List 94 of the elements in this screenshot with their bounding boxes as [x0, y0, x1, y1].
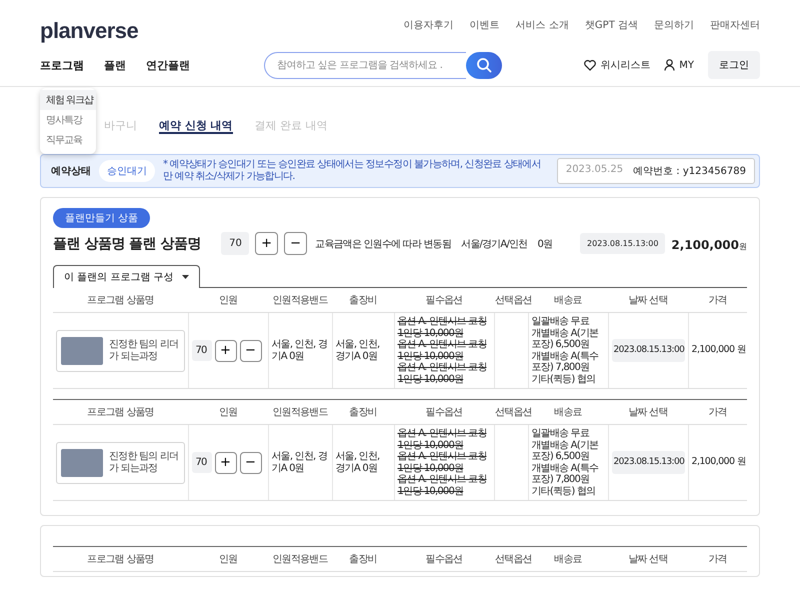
search-icon: [476, 57, 492, 73]
login-button[interactable]: 로그인: [708, 51, 760, 79]
wishlist-link[interactable]: 위시리스트: [584, 58, 650, 72]
logo[interactable]: planverse: [40, 18, 138, 44]
column-header: 필수옵션: [394, 400, 494, 424]
reservation-date: 2023.05.25: [566, 164, 624, 177]
photo-placeholder: [61, 336, 103, 364]
product-name: 진정한 팀의 리더가 되는과정: [109, 451, 180, 474]
status-label: 예약상태: [51, 165, 91, 178]
column-header: 날짜 선택: [608, 546, 688, 572]
column-header: 필수옵션: [394, 546, 494, 572]
top-link[interactable]: 이용자후기: [404, 18, 454, 32]
menu-item[interactable]: 명사특강: [40, 110, 96, 130]
reservation-number: 예약번호 : y123456789: [633, 165, 746, 178]
option-text: 옵션 A. 인텐시브 코칭 1인당 10,000원: [398, 316, 488, 339]
my-link[interactable]: MY: [664, 59, 694, 71]
option-text: 옵션 A. 인텐시브 코칭 1인당 10,000원: [398, 474, 488, 497]
column-header: 프로그램 상품명: [53, 400, 188, 424]
menu-item[interactable]: 체험 워크샵: [40, 90, 96, 110]
column-header: 출장비: [332, 546, 394, 572]
column-header: 가격: [688, 288, 747, 312]
column-header: 인원적용밴드: [268, 546, 332, 572]
plus-button[interactable]: +: [214, 340, 236, 362]
column-header: 날짜 선택: [608, 288, 688, 312]
table-cell-text: 서울, 인천, 경기A 0원: [336, 339, 380, 362]
region-text: 서울/경기A/인천: [461, 238, 528, 250]
photo-placeholder: [61, 448, 103, 476]
plan-price: 2,100,000원: [671, 237, 747, 253]
program-tab[interactable]: 이 플랜의 프로그램 구성: [53, 265, 200, 288]
column-header: 인원적용밴드: [268, 288, 332, 312]
delivery-text: 개별배송 A(기본 포장) 6,500원: [532, 328, 600, 350]
minus-button[interactable]: −: [284, 232, 308, 255]
top-link[interactable]: 문의하기: [654, 18, 694, 32]
menu-item[interactable]: 직무교육: [40, 130, 96, 150]
delivery-text: 개별배송 A(특수 포장) 7,800원: [532, 462, 600, 486]
column-header: 가격: [688, 400, 747, 424]
price-text: 2,100,000 원: [692, 345, 744, 356]
product-card[interactable]: 진정한 팀의 리더가 되는과정: [56, 442, 184, 484]
option-text: 옵션 A. 인텐시브 코칭 1인당 10,000원: [398, 428, 488, 451]
nav-item[interactable]: 연간플랜: [146, 58, 190, 72]
count-field[interactable]: 70: [192, 340, 212, 362]
column-header: 인원적용밴드: [268, 400, 332, 424]
status-badge: 승인대기: [99, 160, 155, 182]
fee-text: 0원: [537, 238, 552, 250]
delivery-text: 일괄배송 무료: [532, 428, 590, 440]
column-header: 인원: [188, 546, 268, 572]
count-field[interactable]: 70: [192, 452, 212, 474]
count-field[interactable]: 70: [221, 232, 250, 255]
top-link[interactable]: 판매자센터: [710, 18, 760, 32]
plus-button[interactable]: +: [255, 232, 278, 255]
date-field[interactable]: 2023.08.15.13:00: [612, 339, 684, 362]
column-header: 프로그램 상품명: [53, 288, 188, 312]
status-notice: * 예약상태가 승인대기 또는 승인완료 상태에서는 정보수정이 불가능하며, 신청완료 상태에서만 예약 취소/삭제가 가능합니다.: [163, 159, 542, 183]
table-cell: 서울, 인천, 경기A 0원: [272, 339, 328, 362]
minus-button[interactable]: −: [240, 340, 262, 362]
option-text: 옵션 A. 인텐시브 코칭 1인당 10,000원: [398, 362, 488, 385]
delivery-text: 개별배송 A(기본 포장) 6,500원: [532, 440, 600, 462]
column-header: 필수옵션: [394, 288, 494, 312]
nav-item[interactable]: 프로그램: [40, 58, 84, 72]
column-header: 출장비: [332, 288, 394, 312]
column-header: 인원: [188, 400, 268, 424]
search-field[interactable]: 참여하고 싶은 프로그램을 검색하세요 .: [264, 52, 466, 78]
top-link[interactable]: 챗GPT 검색: [584, 18, 638, 32]
column-header: 인원: [188, 288, 268, 312]
minus-button[interactable]: −: [240, 452, 262, 474]
tab[interactable]: 예약 신청 내역: [159, 118, 233, 134]
delivery-text: 기타(퀵등) 협의: [532, 486, 596, 497]
price-text: 2,100,000 원: [692, 457, 744, 468]
top-link[interactable]: 이벤트: [470, 18, 500, 32]
caret-icon: [182, 275, 189, 279]
delivery-text: 일괄배송 무료: [532, 316, 590, 328]
delivery-text: 개별배송 A(특수 포장) 7,800원: [532, 350, 600, 374]
table-cell-text: 서울, 인천, 경기A 0원: [336, 451, 380, 474]
top-link[interactable]: 서비스 소개: [516, 18, 569, 32]
person-icon: [664, 59, 676, 71]
heart-icon: [584, 60, 596, 70]
column-header: 출장비: [332, 400, 394, 424]
price-note: 교육금액은 인원수에 따라 변동됨: [315, 238, 452, 250]
column-header: 가격: [688, 546, 747, 572]
date-field[interactable]: 2023.08.15.13:00: [612, 451, 684, 474]
option-text: 옵션 A. 인텐시브 코칭 1인당 10,000원: [398, 451, 488, 474]
plus-button[interactable]: +: [214, 452, 236, 474]
delivery-text: 기타(퀵등) 협의: [532, 374, 596, 385]
product-name: 진정한 팀의 리더가 되는과정: [109, 339, 180, 362]
nav-item[interactable]: 플랜: [104, 58, 126, 72]
column-header: 날짜 선택: [608, 400, 688, 424]
table-cell: 서울, 인천, 경기A 0원: [272, 451, 328, 474]
plan-badge: 플랜만들기 상품: [53, 208, 150, 228]
plan-title: 플랜 상품명 플랜 상품명: [53, 234, 202, 252]
option-text: 옵션 A. 인텐시브 코칭 1인당 10,000원: [398, 339, 488, 362]
search-button[interactable]: [466, 52, 502, 78]
date-field[interactable]: 2023.08.15.13:00: [580, 233, 666, 254]
column-header: 프로그램 상품명: [53, 546, 188, 572]
product-card[interactable]: 진정한 팀의 리더가 되는과정: [56, 330, 184, 372]
